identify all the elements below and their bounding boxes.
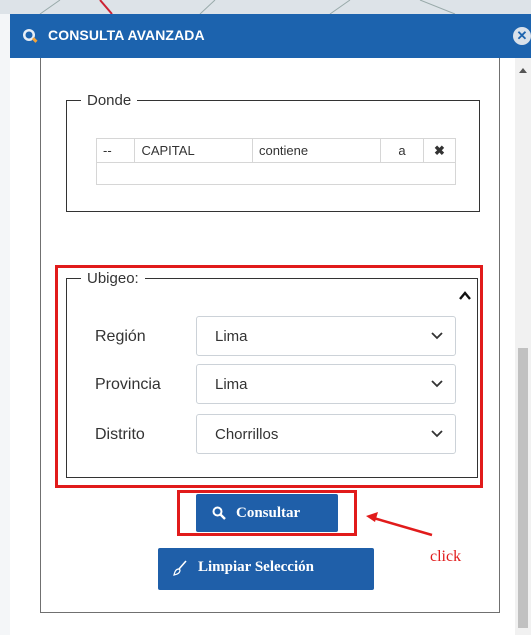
window-title: CONSULTA AVANZADA	[48, 27, 205, 43]
search-icon	[212, 506, 226, 520]
condition-value: a	[380, 138, 424, 163]
annotation-arrow	[366, 512, 433, 537]
scroll-thumb[interactable]	[518, 348, 528, 628]
donde-legend: Donde	[87, 92, 132, 109]
highlight-ubigeo	[55, 265, 483, 488]
map-edge	[0, 14, 10, 635]
table-row	[96, 162, 456, 185]
search-icon	[23, 29, 38, 43]
condition-field: CAPITAL	[134, 138, 253, 163]
close-icon[interactable]: ✕	[513, 27, 531, 45]
condition-operator: --	[95, 138, 136, 163]
limpiar-label: Limpiar Selección	[198, 559, 314, 575]
map-background	[0, 0, 531, 14]
limpiar-seleccion-button[interactable]: Limpiar Selección	[158, 548, 374, 590]
brush-icon	[173, 560, 187, 576]
condition-comparator: contiene	[251, 138, 382, 163]
consultar-label: Consultar	[236, 505, 301, 521]
remove-condition-icon[interactable]: ✖	[422, 138, 457, 163]
empty-condition-cell	[96, 162, 456, 185]
conditions-table: -- CAPITAL contiene a ✖	[95, 138, 457, 185]
window-titlebar: CONSULTA AVANZADA ✕	[10, 14, 531, 58]
scroll-up-icon[interactable]	[519, 68, 527, 73]
consultar-button[interactable]: Consultar	[196, 494, 338, 532]
table-row: -- CAPITAL contiene a ✖	[95, 138, 457, 163]
vertical-scrollbar[interactable]	[515, 58, 531, 635]
annotation-click-text: click	[430, 548, 462, 565]
